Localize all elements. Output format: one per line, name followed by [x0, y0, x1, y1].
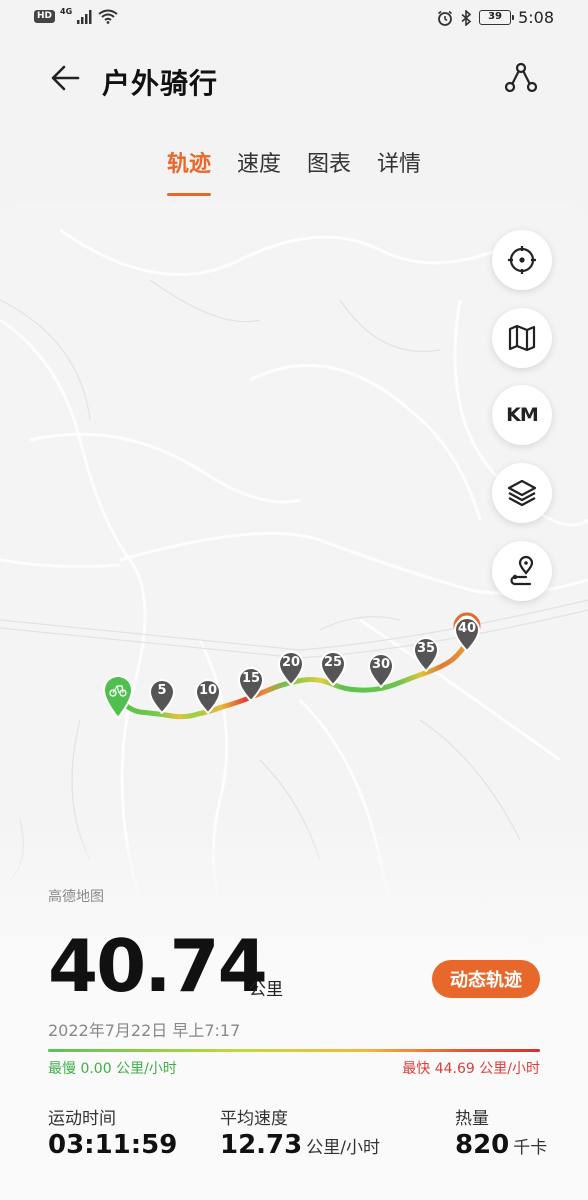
map-attribution: 高德地图	[48, 889, 104, 905]
locate-button[interactable]	[492, 230, 552, 290]
dynamic-track-button[interactable]: 动态轨迹	[432, 960, 540, 998]
header: 户外骑行	[0, 38, 588, 128]
tab-speed[interactable]: 速度	[237, 140, 281, 190]
km-label: 35	[416, 641, 436, 656]
tab-bar: 轨迹 速度 图表 详情	[0, 140, 588, 196]
map-icon	[508, 324, 536, 352]
km-toggle-button[interactable]: KM	[492, 385, 552, 445]
duration-value: 03:11:59	[48, 1130, 178, 1160]
km-marker: 10	[194, 678, 222, 718]
bluetooth-icon	[461, 9, 472, 26]
tab-chart[interactable]: 图表	[307, 140, 351, 190]
status-time: 5:08	[518, 8, 554, 27]
avg-speed-value: 12.73	[220, 1130, 303, 1160]
calories: 820 千卡	[455, 1130, 547, 1160]
calories-unit: 千卡	[513, 1138, 548, 1158]
calories-value: 820	[455, 1130, 510, 1160]
back-arrow-icon[interactable]	[48, 60, 84, 96]
slowest-speed: 最慢 0.00 公里/小时	[48, 1061, 177, 1077]
layers-button[interactable]	[492, 463, 552, 523]
avg-speed-unit: 公里/小时	[306, 1138, 380, 1158]
km-marker: 20	[277, 650, 305, 690]
km-label: 20	[281, 655, 301, 670]
calories-label: 热量	[455, 1109, 489, 1129]
fastest-speed: 最快 44.69 公里/小时	[402, 1061, 540, 1077]
distance-value: 40.74	[48, 924, 268, 1008]
km-toggle-label: KM	[506, 404, 539, 426]
map-style-button[interactable]	[492, 308, 552, 368]
route-share-icon[interactable]	[502, 60, 540, 98]
km-marker: 25	[319, 650, 347, 690]
battery-indicator: 39	[479, 10, 515, 25]
km-label: 5	[157, 683, 167, 698]
alarm-icon	[438, 10, 453, 26]
km-marker: 5	[148, 678, 176, 718]
signal-icon	[77, 9, 92, 24]
wifi-icon	[98, 9, 118, 24]
km-marker: 40	[453, 616, 481, 656]
distance-unit: 公里	[249, 980, 283, 1000]
workout-date: 2022年7月22日 早上7:17	[48, 1021, 241, 1040]
route-pin-button[interactable]	[492, 541, 552, 601]
hd-badge: HD	[34, 10, 56, 23]
status-bar: HD 4G 39 5:08	[0, 0, 588, 38]
route-pin-icon	[510, 555, 534, 586]
km-marker: 15	[237, 666, 265, 706]
locate-icon	[508, 246, 536, 274]
km-marker: 30	[367, 652, 395, 692]
layers-icon	[507, 479, 537, 507]
km-label: 10	[198, 683, 218, 698]
avg-speed: 12.73 公里/小时	[220, 1130, 380, 1160]
network-type: 4G	[60, 7, 73, 16]
tab-details[interactable]: 详情	[377, 140, 421, 190]
km-marker: 35	[412, 636, 440, 676]
km-label: 25	[323, 655, 343, 670]
avg-speed-label: 平均速度	[220, 1109, 288, 1129]
km-label: 40	[457, 621, 477, 636]
duration-label: 运动时间	[48, 1109, 116, 1129]
km-label: 30	[371, 657, 391, 672]
tab-track[interactable]: 轨迹	[166, 140, 211, 196]
km-label: 15	[241, 671, 261, 686]
speed-gradient-bar	[48, 1049, 540, 1052]
page-title: 户外骑行	[102, 67, 219, 100]
